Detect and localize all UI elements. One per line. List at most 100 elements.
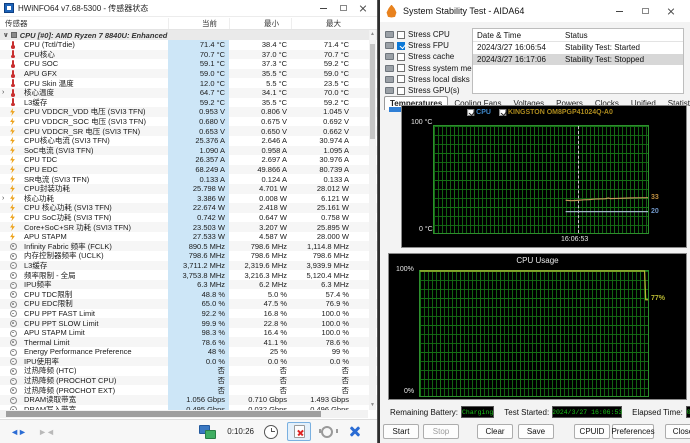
action-button[interactable]: Save: [518, 424, 554, 439]
expand-chevron-icon[interactable]: ›: [2, 194, 9, 203]
action-button[interactable]: CPUID: [574, 424, 610, 439]
hwinfo-window-title: HWiNFO64 v7.68-5300 - 传感器状态: [18, 3, 149, 13]
sensor-row[interactable]: › CPU EDC限制 65.0 % 47.5 % 76.9 %: [0, 299, 377, 309]
log-rows: 2024/3/27 16:06:54 Stability Test: Start…: [473, 42, 683, 65]
stress-checkbox[interactable]: [397, 52, 405, 61]
legend-label: CPU: [476, 109, 491, 116]
clock-button[interactable]: [259, 422, 283, 441]
column-max[interactable]: 最大: [291, 17, 353, 29]
sensor-current-value: 6.3 MHz: [168, 279, 229, 290]
action-button[interactable]: Close: [665, 424, 690, 439]
sensor-current-value: 3,711.2 MHz: [168, 260, 229, 271]
y-axis-min-label: 0 °C: [419, 226, 433, 233]
stress-checkbox[interactable]: [397, 64, 405, 73]
sensor-min-value: 否: [279, 385, 288, 395]
sensor-table-header: 传感器 当前 最小 最大: [0, 17, 377, 30]
sensor-max-value: 1.493 Gbps: [310, 395, 349, 405]
column-current[interactable]: 当前: [168, 17, 229, 29]
sensor-label: CPU PPT SLOW Limit: [24, 318, 99, 328]
sensor-current-value: 22.674 W: [168, 203, 229, 213]
column-min[interactable]: 最小: [229, 17, 291, 29]
scrollbar-thumb[interactable]: [6, 411, 321, 417]
sensor-current-value: 70.7 °C: [168, 49, 229, 60]
sensor-current-value: 3.386 W: [168, 193, 229, 204]
sensor-current-value: 0.742 W: [168, 212, 229, 223]
aida64-titlebar[interactable]: System Stability Test - AIDA64: [380, 0, 690, 22]
log-row[interactable]: 2024/3/27 16:17:06 Stability Test: Stopp…: [473, 53, 683, 65]
stress-checkbox[interactable]: [397, 41, 405, 50]
settings-button[interactable]: [315, 422, 339, 441]
maximize-button[interactable]: [632, 2, 658, 20]
sensor-max-value: 5,120.4 MHz: [306, 270, 349, 280]
sensor-type-icon: [9, 50, 16, 59]
action-button[interactable]: Stop: [423, 424, 459, 439]
sensor-row[interactable]: › CPU TDC 26.357 A 2.697 A 30.976 A: [0, 155, 377, 165]
sensor-row[interactable]: › CPU PPT FAST Limit 92.2 % 16.8 % 100.0…: [0, 308, 377, 319]
close-button[interactable]: [658, 2, 684, 20]
action-button[interactable]: Preferences: [611, 424, 655, 439]
sensor-type-icon: [9, 290, 17, 299]
sensor-max-value: 0.133 A: [323, 174, 349, 184]
sensor-group-header[interactable]: ∨ CPU [#0]: AMD Ryzen 7 8840U: Enhanced: [0, 30, 377, 40]
log-header: Date & Time Status: [473, 29, 683, 42]
stress-checkbox[interactable]: [397, 30, 405, 39]
sensor-type-icon: [9, 233, 16, 241]
sensor-min-value: 0.008 W: [259, 193, 287, 203]
sensor-label: CPU SOC: [24, 59, 59, 69]
remote-monitoring-button[interactable]: [194, 422, 218, 441]
column-sensor[interactable]: 传感器: [0, 18, 168, 29]
sensor-min-value: 5.0 %: [267, 289, 287, 299]
exit-button[interactable]: [343, 422, 367, 441]
desktop: HWiNFO64 v7.68-5300 - 传感器状态 传感器 当前 最小 最大…: [0, 0, 690, 443]
sensor-current-value: 99.9 %: [168, 318, 229, 328]
sensor-row[interactable]: › CPU PPT SLOW Limit 99.9 % 22.8 % 100.0…: [0, 318, 377, 328]
log-column-datetime[interactable]: Date & Time: [473, 31, 565, 40]
scroll-up-icon[interactable]: ▲: [369, 30, 376, 39]
log-row[interactable]: 2024/3/27 16:06:54 Stability Test: Start…: [473, 42, 683, 54]
sensor-type-icon: [9, 300, 17, 308]
action-button[interactable]: Clear: [477, 424, 513, 439]
action-button[interactable]: Start: [383, 424, 419, 439]
stress-checkbox[interactable]: [397, 75, 405, 84]
sensor-row[interactable]: › APU STAPM Limit 98.3 % 16.4 % 100.0 %: [0, 327, 377, 338]
minimize-button[interactable]: [313, 1, 333, 16]
sensor-row[interactable]: › SoC电流 (SVI3 TFN) 1.090 A 0.958 A 1.095…: [0, 145, 377, 156]
sensor-max-value: 6.3 MHz: [321, 280, 349, 290]
nav-arrows-disabled-button[interactable]: ►◄: [34, 422, 58, 441]
sensor-max-value: 28.012 W: [316, 184, 349, 194]
close-button[interactable]: [353, 1, 373, 16]
collapse-chevron-icon[interactable]: ∨: [3, 31, 9, 39]
hwinfo-app-icon: [4, 3, 14, 13]
reset-values-button[interactable]: [287, 422, 311, 441]
sensor-min-value: 41.1 %: [263, 337, 287, 347]
stress-option-label: Stress cache: [408, 52, 455, 62]
sensor-min-value: 0.650 V: [261, 126, 287, 136]
legend-checkbox[interactable]: [498, 109, 506, 116]
maximize-button[interactable]: [333, 1, 353, 16]
expand-chevron-icon[interactable]: ›: [2, 88, 9, 97]
legend-checkbox[interactable]: [467, 109, 475, 116]
hwinfo-titlebar[interactable]: HWiNFO64 v7.68-5300 - 传感器状态: [0, 0, 377, 17]
scrollbar-thumb[interactable]: [370, 44, 375, 139]
sensor-row[interactable]: › CPU核心 70.7 °C 37.0 °C 70.7 °C: [0, 49, 377, 60]
sensor-max-value: 76.9 %: [325, 299, 349, 309]
sensor-max-value: 71.4 °C: [323, 40, 349, 50]
minimize-button[interactable]: [606, 2, 632, 20]
sensor-row[interactable]: › CPU SOC 59.1 °C 37.3 °C 59.2 °C: [0, 59, 377, 69]
polling-elapsed-time: 0:10:26: [227, 427, 254, 436]
stress-option: Stress CPU: [385, 29, 472, 40]
sensor-max-value: 100.0 %: [321, 308, 349, 318]
vertical-scrollbar[interactable]: ▲ ▼: [369, 30, 376, 410]
sensor-row[interactable]: › Core+SoC+SR 功耗 (SVI3 TFN) 23.503 W 3.2…: [0, 222, 377, 232]
log-status: Stability Test: Started: [565, 43, 640, 53]
scroll-down-icon[interactable]: ▼: [369, 401, 376, 410]
log-column-status[interactable]: Status: [565, 31, 683, 40]
sensor-current-value: 59.2 °C: [168, 97, 229, 108]
sensor-row[interactable]: › Thermal Limit 78.6 % 41.1 % 78.6 %: [0, 337, 377, 347]
sensor-type-icon: [9, 127, 16, 135]
sensor-current-value: 92.2 %: [168, 308, 229, 319]
sensor-label: CPU PPT FAST Limit: [24, 308, 95, 318]
stress-checkbox[interactable]: [397, 86, 405, 95]
horizontal-scrollbar[interactable]: [0, 410, 368, 418]
nav-arrows-button[interactable]: ◄►: [6, 422, 30, 441]
